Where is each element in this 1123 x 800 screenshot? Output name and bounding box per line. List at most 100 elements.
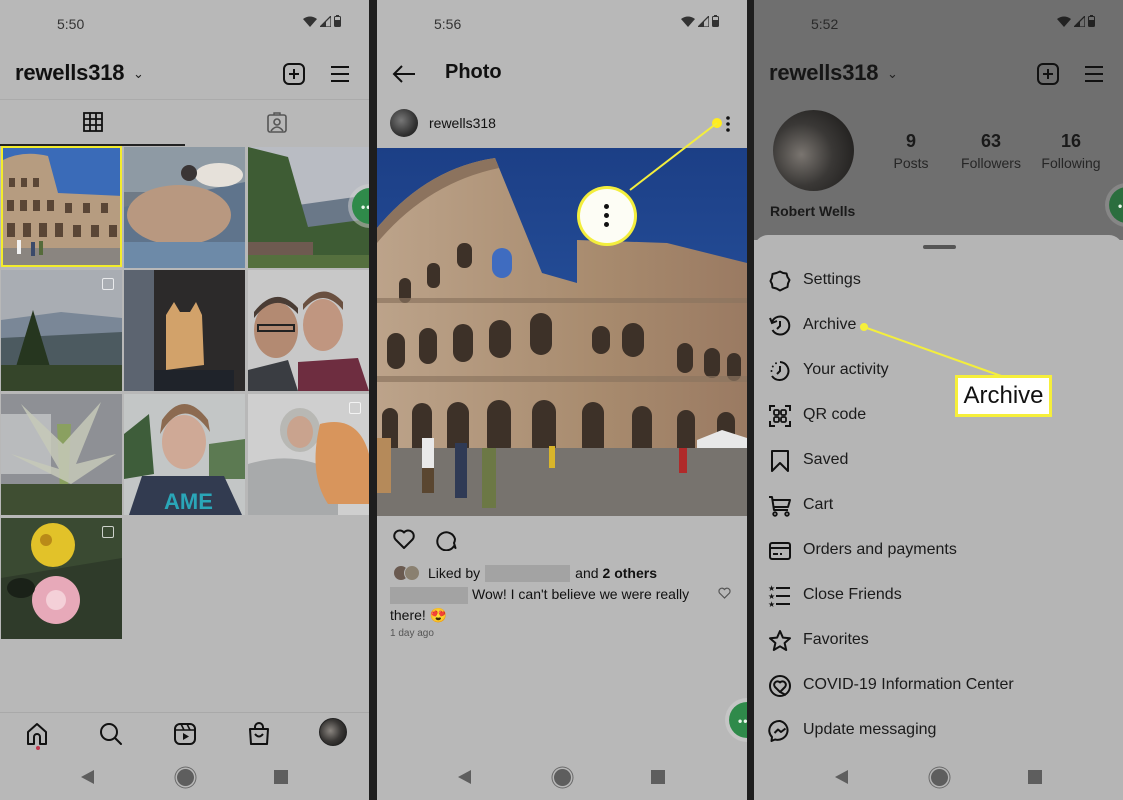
system-back-button[interactable] xyxy=(458,770,471,784)
menu-item-label: Close Friends xyxy=(803,586,902,603)
menu-icon[interactable] xyxy=(328,62,352,86)
system-recents-button[interactable] xyxy=(651,770,665,784)
menu-item-label: COVID-19 Information Center xyxy=(803,676,1014,693)
grid-photo-selfie-two[interactable] xyxy=(248,270,369,391)
chevron-down-icon[interactable]: ⌄ xyxy=(133,66,144,82)
redacted-username xyxy=(390,586,468,604)
reels-icon[interactable] xyxy=(172,721,198,747)
new-post-icon[interactable] xyxy=(282,62,306,86)
menu-item-label: Favorites xyxy=(803,631,869,648)
menu-item-settings[interactable]: Settings xyxy=(754,259,1123,303)
system-back-button[interactable] xyxy=(81,770,94,784)
stat-following[interactable]: 16 Following xyxy=(1026,131,1116,171)
post-photo[interactable] xyxy=(377,148,747,516)
status-icons xyxy=(1057,15,1095,27)
shop-icon[interactable] xyxy=(246,721,272,747)
system-home-button[interactable] xyxy=(177,769,194,786)
menu-item-label: Update messaging xyxy=(803,721,937,738)
signal-icon xyxy=(1074,15,1085,27)
grid-photo-forest[interactable] xyxy=(248,147,369,268)
like-heart-icon[interactable] xyxy=(392,527,416,551)
card-icon xyxy=(769,542,791,560)
stat-followers[interactable]: 63 Followers xyxy=(946,131,1036,171)
menu-item-favorites[interactable]: Favorites xyxy=(754,619,1123,663)
post-timestamp: 1 day ago xyxy=(390,628,434,639)
menu-item-label: Your activity xyxy=(803,361,889,378)
menu-item-covid-info[interactable]: COVID-19 Information Center xyxy=(754,664,1123,708)
sheet-drag-handle[interactable] xyxy=(923,245,956,249)
post-username[interactable]: rewells318 xyxy=(429,115,496,131)
menu-item-archive[interactable]: Archive xyxy=(754,304,1123,348)
floating-action-button[interactable]: •• xyxy=(729,702,747,738)
menu-item-label: Orders and payments xyxy=(803,541,957,558)
stat-value: 9 xyxy=(905,131,916,151)
menu-item-update-messaging[interactable]: Update messaging xyxy=(754,709,1123,753)
username-switcher[interactable]: rewells318 xyxy=(15,60,125,86)
tab-posts-grid[interactable] xyxy=(0,100,185,146)
tab-tagged[interactable] xyxy=(185,100,369,146)
grid-photo-colosseum[interactable] xyxy=(1,146,122,267)
username-switcher[interactable]: rewells318 xyxy=(769,60,879,86)
menu-item-close-friends[interactable]: ★ ★ ★ Close Friends xyxy=(754,574,1123,618)
profile-avatar-tab[interactable] xyxy=(319,718,347,746)
system-back-button[interactable] xyxy=(835,770,848,784)
more-options-icon[interactable] xyxy=(725,115,731,133)
bottom-navigation xyxy=(0,712,369,756)
stat-value: 16 xyxy=(1060,131,1082,151)
grid-photo-mountain[interactable] xyxy=(1,270,122,391)
back-arrow-icon[interactable] xyxy=(391,62,417,86)
new-post-icon[interactable] xyxy=(1036,62,1060,86)
menu-icon[interactable] xyxy=(1082,62,1106,86)
profile-avatar[interactable] xyxy=(773,110,854,191)
multiple-photos-icon xyxy=(102,526,114,538)
covid-info-icon xyxy=(769,675,791,697)
home-icon[interactable] xyxy=(24,721,50,747)
status-time: 5:50 xyxy=(57,16,85,32)
system-home-button[interactable] xyxy=(554,769,571,786)
grid-photo-man-with-cat[interactable] xyxy=(248,394,369,515)
menu-item-qr-code[interactable]: QR code xyxy=(754,394,1123,438)
wifi-icon xyxy=(681,16,695,27)
post-header: rewells318 xyxy=(377,107,747,143)
qr-code-icon xyxy=(769,405,791,427)
photo-thumbnail xyxy=(248,270,369,391)
grid-photo-orange-cat[interactable] xyxy=(124,270,245,391)
status-icons xyxy=(681,15,719,27)
grid-photo-flowers[interactable] xyxy=(1,518,122,639)
post-actions xyxy=(377,525,747,555)
activity-icon xyxy=(770,361,790,381)
chevron-down-icon[interactable]: ⌄ xyxy=(887,66,898,82)
caption-like-icon[interactable] xyxy=(718,587,731,599)
messenger-icon xyxy=(768,719,789,742)
status-icons xyxy=(303,15,341,27)
dimmed-profile-background[interactable]: 5:52 rewells318 ⌄ 9 Posts 63 Followers 1… xyxy=(754,0,1123,240)
stat-posts[interactable]: 9 Posts xyxy=(866,131,956,171)
photo-thumbnail xyxy=(248,147,369,268)
menu-item-label: Settings xyxy=(803,271,861,288)
menu-item-orders-and-payments[interactable]: Orders and payments xyxy=(754,529,1123,573)
likes-summary[interactable]: Liked by and 2 others xyxy=(393,563,731,583)
comment-icon[interactable] xyxy=(434,527,458,551)
notification-dot xyxy=(36,746,40,750)
post-caption: Wow! I can't believe we were really ther… xyxy=(390,584,710,626)
grid-photo-plant[interactable] xyxy=(1,394,122,515)
stat-label: Followers xyxy=(961,155,1021,171)
photo-detail-screen: 5:56 Photo rewells318 Liked by and 2 oth… xyxy=(377,0,747,800)
menu-item-saved[interactable]: Saved xyxy=(754,439,1123,483)
system-home-button[interactable] xyxy=(931,769,948,786)
system-recents-button[interactable] xyxy=(274,770,288,784)
svg-text:AME: AME xyxy=(164,489,213,514)
cart-icon xyxy=(769,496,791,517)
system-recents-button[interactable] xyxy=(1028,770,1042,784)
menu-item-your-activity[interactable]: Your activity xyxy=(754,349,1123,393)
liked-by-others[interactable]: 2 others xyxy=(603,565,657,581)
menu-item-cart[interactable]: Cart xyxy=(754,484,1123,528)
avatar[interactable] xyxy=(390,109,418,137)
search-icon[interactable] xyxy=(98,721,124,747)
status-bar: 5:56 xyxy=(377,0,747,48)
floating-action-button[interactable]: •• xyxy=(1109,187,1123,223)
photo-thumbnail: AME xyxy=(124,394,245,515)
multiple-photos-icon xyxy=(349,402,361,414)
grid-photo-selfie-man[interactable]: AME xyxy=(124,394,245,515)
grid-photo-cats[interactable] xyxy=(124,147,245,268)
